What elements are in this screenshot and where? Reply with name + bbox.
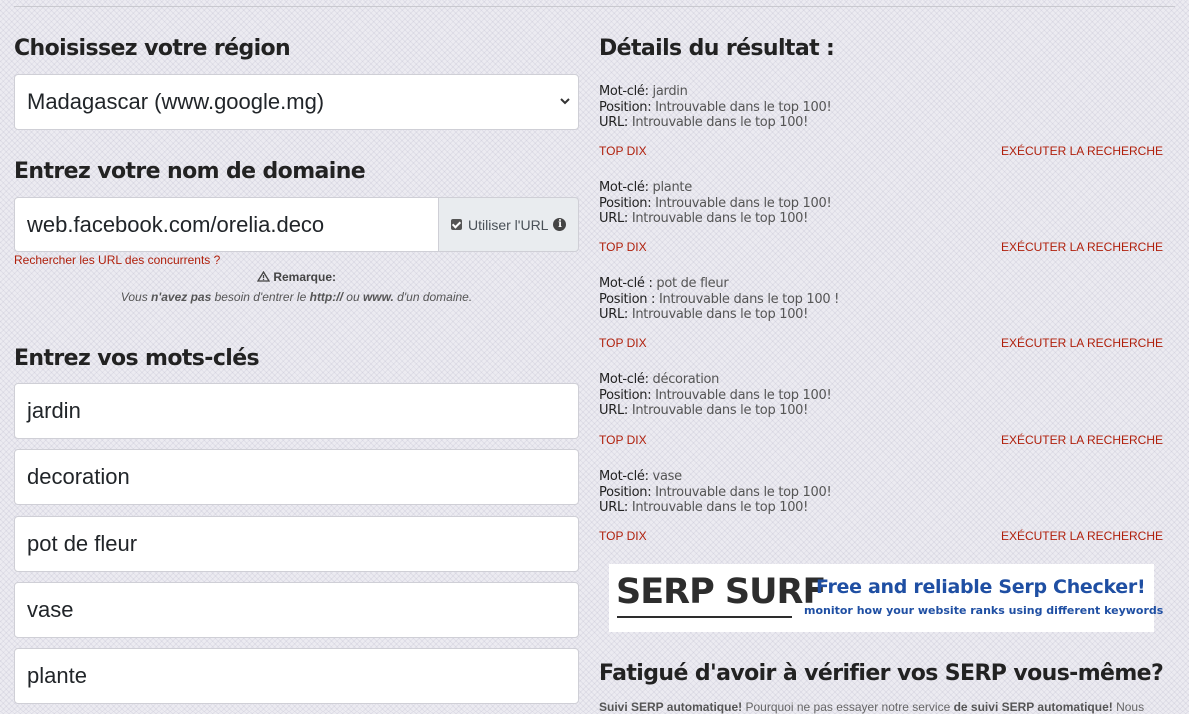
top-ten-link[interactable]: TOP DIX xyxy=(599,144,647,160)
keyword-input-2[interactable]: decoration xyxy=(14,449,579,505)
result-item: Mot-clé : pot de fleur Position : Introu… xyxy=(599,276,1163,350)
keywords-heading: Entrez vos mots-clés xyxy=(14,346,260,371)
info-icon[interactable]: i xyxy=(553,218,567,231)
region-select[interactable]: Madagascar (www.google.mg) xyxy=(14,74,579,130)
keyword-input-4[interactable]: vase xyxy=(14,582,579,638)
top-ten-link[interactable]: TOP DIX xyxy=(599,336,647,352)
run-search-link[interactable]: EXÉCUTER LA RECHERCHE xyxy=(1001,529,1163,545)
competitor-urls-link[interactable]: Rechercher les URL des concurrents ? xyxy=(14,253,220,267)
run-search-link[interactable]: EXÉCUTER LA RECHERCHE xyxy=(1001,144,1163,160)
serp-surf-banner[interactable]: SERP SURF Free and reliable Serp Checker… xyxy=(609,564,1163,632)
top-divider xyxy=(14,6,1175,7)
top-ten-link[interactable]: TOP DIX xyxy=(599,529,647,545)
use-url-checkbox[interactable] xyxy=(451,219,462,230)
use-url-label: Utiliser l'URL xyxy=(468,216,549,233)
warning-icon xyxy=(256,270,271,282)
run-search-link[interactable]: EXÉCUTER LA RECHERCHE xyxy=(1001,240,1163,256)
remark-text: Vous n'avez pas besoin d'entrer le http:… xyxy=(120,290,473,304)
serp-surf-logo: SERP SURF xyxy=(616,572,826,612)
top-ten-link[interactable]: TOP DIX xyxy=(599,240,647,256)
run-search-link[interactable]: EXÉCUTER LA RECHERCHE xyxy=(1001,433,1163,449)
run-search-link[interactable]: EXÉCUTER LA RECHERCHE xyxy=(1001,336,1163,352)
result-item: Mot-clé: jardin Position: Introuvable da… xyxy=(599,84,1163,158)
promo-heading: Fatigué d'avoir à vérifier vos SERP vous… xyxy=(599,661,1164,686)
result-item: Mot-clé: décoration Position: Introuvabl… xyxy=(599,372,1163,447)
result-item: Mot-clé: vase Position: Introuvable dans… xyxy=(599,469,1163,543)
region-select-value: Madagascar (www.google.mg) xyxy=(27,89,325,114)
domain-input-value: web.facebook.com/orelia.deco xyxy=(27,211,325,237)
keyword-input-1[interactable]: jardin xyxy=(14,383,579,439)
region-heading: Choisissez votre région xyxy=(14,36,291,61)
remark-title: Remarque: xyxy=(14,270,579,284)
result-item: Mot-clé: plante Position: Introuvable da… xyxy=(599,180,1163,254)
top-ten-link[interactable]: TOP DIX xyxy=(599,433,647,449)
domain-input[interactable]: web.facebook.com/orelia.deco xyxy=(14,197,438,252)
keyword-input-5[interactable]: plante xyxy=(14,648,579,704)
logo-underline xyxy=(617,616,792,618)
keyword-input-3[interactable]: pot de fleur xyxy=(14,516,579,572)
banner-tagline: Free and reliable Serp Checker! xyxy=(816,576,1146,598)
domain-heading: Entrez votre nom de domaine xyxy=(14,159,366,184)
use-url-toggle[interactable]: Utiliser l'URL i xyxy=(438,197,579,252)
banner-subline: monitor how your website ranks using dif… xyxy=(804,604,1164,617)
remark-title-text: Remarque: xyxy=(273,270,337,284)
chevron-down-icon xyxy=(560,98,570,105)
domain-input-group: web.facebook.com/orelia.deco Utiliser l'… xyxy=(14,197,579,252)
results-heading: Détails du résultat : xyxy=(599,36,835,61)
